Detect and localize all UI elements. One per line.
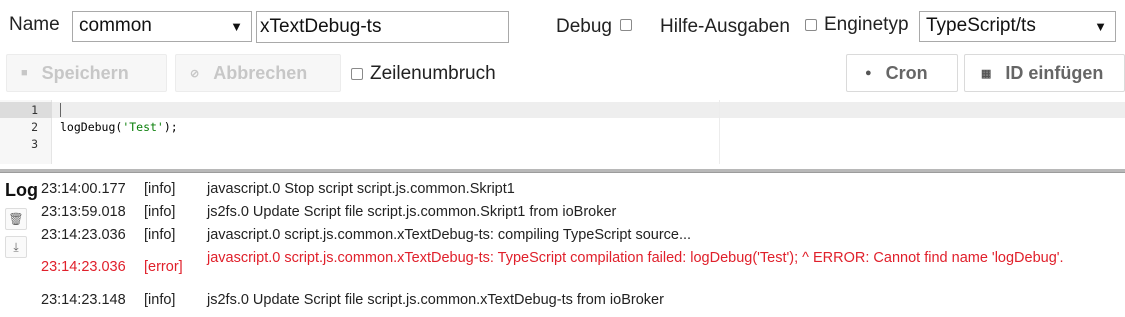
cron-label: Cron [885,62,928,83]
cancel-icon: ⊘ [190,67,200,80]
debug-checkbox[interactable] [620,19,632,31]
wrap-label: Zeilenumbruch [370,63,496,84]
name-label: Name [9,14,60,35]
debug-label: Debug [556,16,612,37]
log-level: [error] [144,259,183,275]
enginetyp-label: Enginetyp [824,14,909,35]
active-line-highlight [0,102,1125,118]
log-time: 23:14:23.148 [41,292,126,308]
log-title: Log [5,180,38,200]
script-header: Name common ▼ xTextDebug-ts Debug Hilfe-… [0,0,1125,52]
log-level: [info] [144,292,176,308]
text-cursor [60,103,61,117]
code-token: logDebug( [60,120,123,134]
code-string-token: 'Test' [122,120,164,134]
log-message: javascript.0 Stop script script.js.commo… [207,181,515,197]
log-time: 23:14:23.036 [41,227,126,243]
chevron-down-icon: ▼ [230,19,243,34]
download-log-button[interactable]: ⤓ [5,236,27,258]
hilfe-ausgaben-checkbox[interactable] [805,19,817,31]
log-message: javascript.0 script.js.common.xTextDebug… [207,227,692,243]
code-line-2: logDebug('Test'); [60,120,178,134]
log-time: 23:13:59.018 [41,204,126,220]
log-message: javascript.0 script.js.common.xTextDebug… [207,250,1064,266]
cancel-button[interactable]: ⊘ Abbrechen [175,54,341,92]
save-label: Speichern [41,62,129,83]
trash-icon: 🗑 [8,212,24,226]
log-time: 23:14:23.036 [41,259,126,275]
floppy-icon: ■ [21,67,28,79]
line-number: 2 [31,120,38,134]
log-level: [info] [144,204,176,220]
id-einfuegen-label: ID einfügen [1005,62,1104,83]
script-name-value: xTextDebug-ts [260,16,382,37]
script-name-input[interactable]: xTextDebug-ts [256,11,509,43]
clock-icon: ● [865,67,872,79]
line-number: 1 [31,103,38,117]
folder-select[interactable]: common ▼ [72,11,252,42]
log-message: js2fs.0 Update Script file script.js.com… [207,292,664,308]
panel-splitter[interactable] [0,169,1125,173]
list-icon: ▦ [981,67,992,80]
log-level: [info] [144,227,176,243]
code-token: ); [163,120,178,134]
line-number: 3 [31,137,38,151]
folder-select-value: common [79,15,152,36]
save-button[interactable]: ■ Speichern [6,54,167,92]
engine-select-value: TypeScript/ts [926,15,1036,36]
print-margin [719,100,720,164]
code-editor[interactable]: 1 2 3 logDebug('Test'); [0,100,1125,164]
download-icon: ⤓ [13,239,19,254]
hilfe-ausgaben-label: Hilfe-Ausgaben [660,16,790,37]
log-message: js2fs.0 Update Script file script.js.com… [207,204,617,220]
log-time: 23:14:00.177 [41,181,126,197]
cron-button[interactable]: ● Cron [846,54,958,92]
chevron-down-icon: ▼ [1094,19,1107,34]
wrap-checkbox[interactable] [351,68,363,80]
id-einfuegen-button[interactable]: ▦ ID einfügen [964,54,1125,92]
log-level: [info] [144,181,176,197]
clear-log-button[interactable]: 🗑 [5,208,27,230]
engine-select[interactable]: TypeScript/ts ▼ [919,11,1116,42]
cancel-label: Abbrechen [213,62,308,83]
